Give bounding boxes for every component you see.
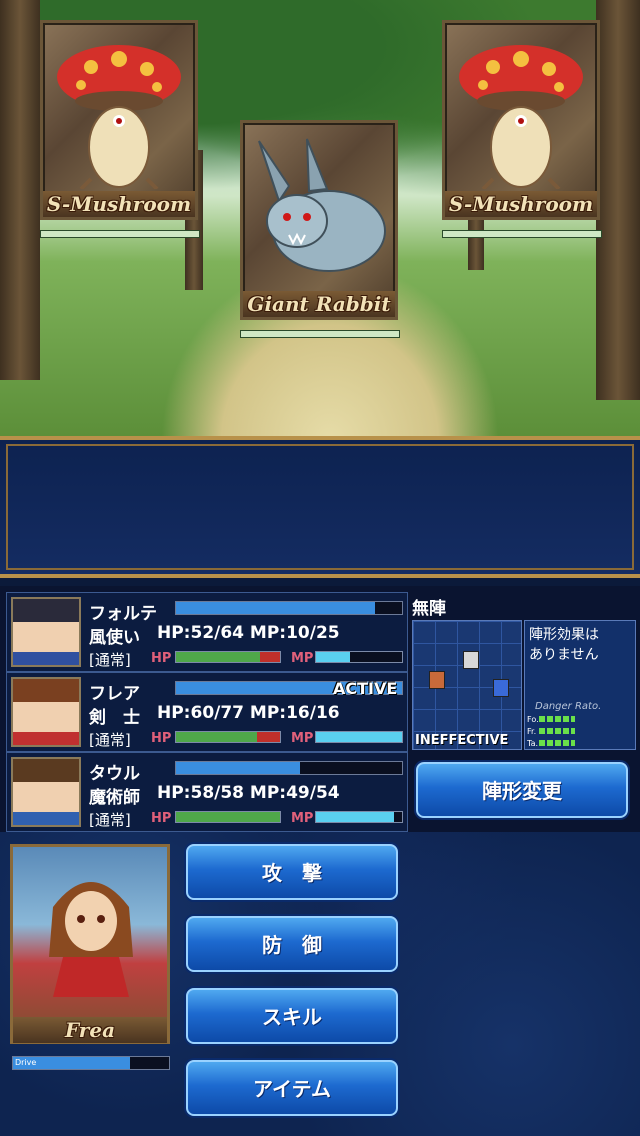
battlefield: S-Mushroom Giant Rabbit S-Mushroom [0,0,640,436]
enemy-name: S-Mushroom [43,191,195,217]
hp-gauge [175,731,281,743]
enemy-hp-bar [442,230,602,238]
danger-meter [539,740,575,746]
mp-label: MP [291,731,314,746]
enemy-card-1[interactable]: S-Mushroom [40,20,198,220]
defend-button[interactable]: 防 御 [186,916,398,972]
active-character-portrait: Frea [10,844,170,1044]
party-member-row[interactable]: フォルテ 風使い HP:52/64 MP:10/25 [通常] HP MP [6,592,408,672]
danger-meter [539,716,575,722]
formation-grid[interactable]: INEFFECTIVE [412,620,522,750]
formation-unit-icon [493,679,509,697]
mp-label: MP [291,811,314,826]
character-job: 魔術師 [89,788,140,808]
character-name: フォルテ [89,604,157,624]
mushroom-monster-icon [459,45,583,189]
enemy-card-3[interactable]: S-Mushroom [442,20,600,220]
rabbit-monster-icon [258,138,386,272]
enemy-name: S-Mushroom [445,191,597,217]
atb-fill [176,762,301,774]
character-face-frea [11,677,81,747]
party-member-row[interactable]: ACTIVE フレア 剣 士 HP:60/77 MP:16/16 [通常] HP… [6,672,408,752]
hp-label: HP [151,731,172,746]
mp-fill [316,732,402,742]
danger-row-label: Ta. [527,739,539,748]
danger-row-label: Fo. [527,715,539,724]
hp-fill [176,652,280,662]
drive-label: Drive [15,1058,37,1067]
character-face-forte [11,597,81,667]
formation-status: INEFFECTIVE [415,733,509,748]
enemy-hp-bar [240,330,400,338]
atb-gauge [175,601,403,615]
mp-gauge [315,811,403,823]
enemy-card-2[interactable]: Giant Rabbit [240,120,398,320]
formation-unit-icon [463,651,479,669]
attack-button[interactable]: 攻 撃 [186,844,398,900]
danger-label: Danger Rato. [535,701,602,712]
character-face-taul [11,757,81,827]
party-member-row[interactable]: タウル 魔術師 HP:58/58 MP:49/54 [通常] HP MP [6,752,408,832]
atb-gauge [175,761,403,775]
active-indicator: ACTIVE [333,679,398,698]
tree-trunk [0,0,40,380]
enemy-name: Giant Rabbit [243,291,395,317]
character-stats: HP:60/77 MP:16/16 [157,703,340,723]
message-window-frame [6,444,634,570]
enemy-hp-fill [241,331,399,337]
hp-gauge [175,811,281,823]
frea-portrait-icon [49,882,133,997]
formation-effect-text: 陣形効果は ありません [529,627,599,663]
drive-gauge: Drive [12,1056,170,1070]
hp-label: HP [151,651,172,666]
mp-label: MP [291,651,314,666]
hp-fill [176,732,280,742]
enemy-hp-bar [40,230,200,238]
enemy-hp-fill [443,231,601,237]
change-formation-button[interactable]: 陣形変更 [416,762,628,818]
enemy-hp-fill [41,231,199,237]
tree-trunk [596,0,640,400]
character-name: タウル [89,764,140,784]
hp-label: HP [151,811,172,826]
character-job: 剣 士 [89,708,140,728]
formation-unit-icon [429,671,445,689]
mp-gauge [315,651,403,663]
character-job: 風使い [89,628,140,648]
mp-fill [316,652,351,662]
mp-gauge [315,731,403,743]
status-tag: [通常] [89,811,131,829]
mp-fill [316,812,395,822]
status-tag: [通常] [89,731,131,749]
status-tag: [通常] [89,651,131,669]
character-name: フレア [89,684,140,704]
danger-meter [539,728,575,734]
atb-fill [176,602,375,614]
formation-description-panel: 陣形効果は ありません Danger Rato. Fo. Fr. Ta. [524,620,636,750]
active-character-name: Frea [13,1017,167,1043]
item-button[interactable]: アイテム [186,1060,398,1116]
hp-gauge [175,651,281,663]
mushroom-monster-icon [57,45,181,189]
formation-title: 無陣 [412,599,446,619]
danger-row-label: Fr. [527,727,537,736]
message-window [0,436,640,578]
hp-fill [176,812,280,822]
skill-button[interactable]: スキル [186,988,398,1044]
character-stats: HP:52/64 MP:10/25 [157,623,340,643]
character-stats: HP:58/58 MP:49/54 [157,783,340,803]
